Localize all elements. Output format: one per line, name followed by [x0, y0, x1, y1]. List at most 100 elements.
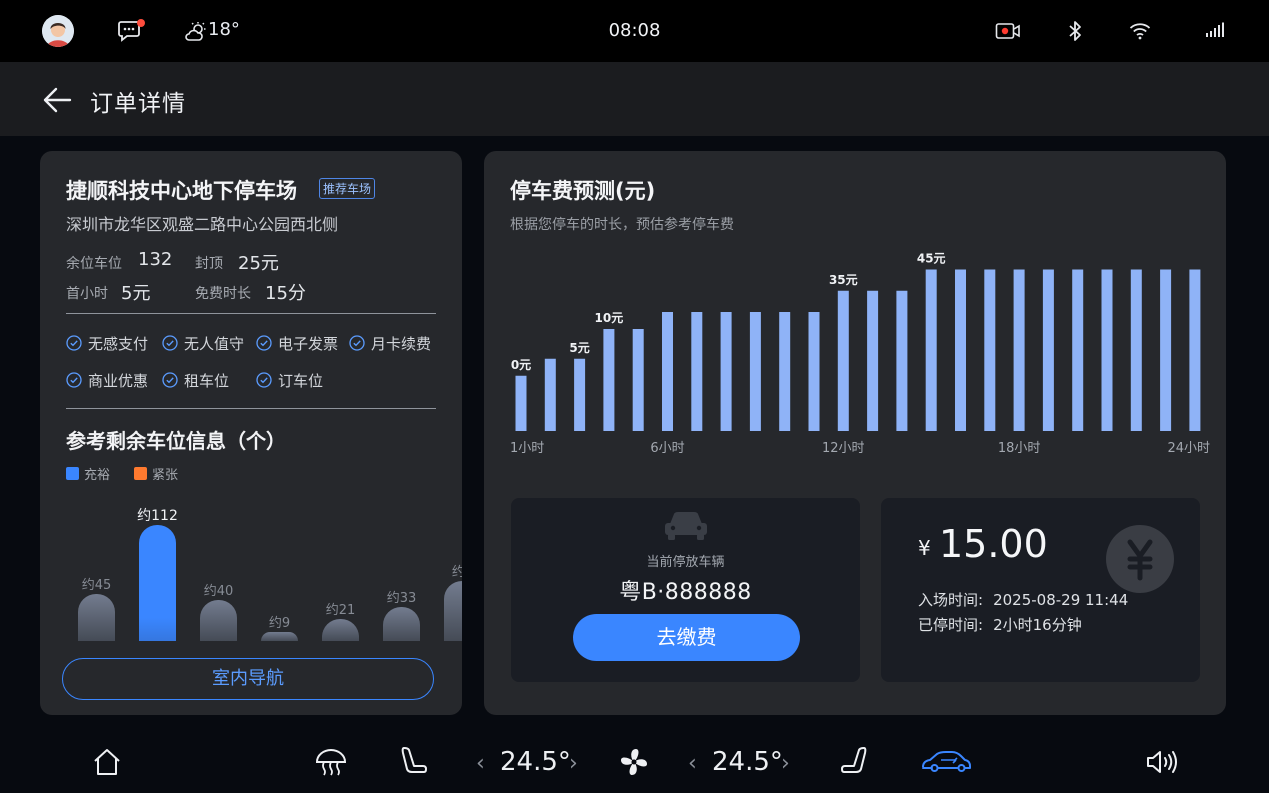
fee-x-tick-label: 18小时 [998, 441, 1041, 456]
currency-symbol: ¥ [918, 536, 931, 560]
right-temp-increase-icon[interactable]: › [781, 751, 790, 776]
fee-bar-chart: 0元 5元 10元 35元 45元 1小时 6小时 12小时 18小时 24小时 [510, 252, 1210, 457]
wifi-icon[interactable] [1129, 22, 1151, 40]
fee-bar [691, 312, 703, 431]
defrost-icon[interactable] [314, 747, 348, 777]
legend-swatch-ample [66, 467, 79, 480]
bluetooth-icon[interactable] [1067, 20, 1083, 42]
check-circle-icon [349, 335, 365, 351]
duration-label: 已停时间: [918, 616, 984, 634]
fee-bar [662, 312, 673, 431]
feature-label: 月卡续费 [371, 334, 432, 353]
yuan-coin-icon [1105, 524, 1175, 594]
fee-bar [779, 312, 791, 431]
duration-line: 已停时间: 2小时16分钟 [918, 614, 1092, 635]
fee-data-label: 45元 [917, 252, 946, 266]
availability-bar-label: 约45 [81, 578, 112, 594]
fee-bar [984, 269, 996, 431]
fee-bar [837, 290, 849, 431]
feature-item: 电子发票 [256, 333, 338, 353]
indoor-navigation-button[interactable]: 室内导航 [62, 658, 434, 700]
stat-label-free-time: 免费时长 [195, 286, 251, 302]
payment-amount: 15.00 [939, 522, 1048, 566]
availability-bar [261, 631, 298, 641]
fee-bar [720, 312, 732, 431]
availability-bar [444, 580, 462, 641]
stat-label-spaces: 余位车位 [66, 256, 122, 272]
fee-bar [749, 312, 761, 431]
divider [66, 313, 436, 314]
fee-data-label: 35元 [829, 273, 858, 287]
fee-data-label: 10元 [595, 311, 624, 325]
availability-title: 参考剩余车位信息（个） [66, 429, 286, 453]
feature-item: 商业优惠 [66, 370, 148, 390]
fee-x-tick-label: 24小时 [1167, 441, 1210, 456]
back-arrow-icon[interactable] [42, 86, 72, 114]
page-title: 订单详情 [90, 91, 186, 117]
fee-bar [808, 312, 820, 431]
fee-subtitle: 根据您停车的时长，预估参考停车费 [510, 217, 734, 233]
seat-heat-icon[interactable] [840, 745, 870, 777]
check-circle-icon [162, 335, 178, 351]
availability-bar-label: 约3 [451, 564, 462, 580]
right-temp-decrease-icon[interactable]: ‹ [688, 751, 697, 776]
feature-label: 商业优惠 [88, 371, 149, 390]
fee-bar [925, 269, 937, 431]
vehicle-card: 当前停放车辆 粤B·888888 去缴费 [511, 498, 860, 682]
fee-bar [955, 269, 966, 431]
payment-summary-card: ¥ 15.00 入场时间: 2025-08-29 11:44 已停时间: 2小时16… [881, 498, 1200, 682]
duration-value: 2小时16分钟 [993, 616, 1082, 634]
page-header: 订单详情 [0, 62, 1269, 136]
legend-swatch-tight [134, 467, 147, 480]
availability-bar [383, 606, 420, 641]
stat-value-cap: 25元 [238, 253, 279, 274]
vehicle-label: 当前停放车辆 [646, 555, 725, 570]
recommended-tag: 推荐车场 [319, 178, 376, 199]
stat-label-cap: 封顶 [195, 256, 223, 272]
fee-bar [515, 375, 527, 431]
check-circle-icon [162, 372, 178, 388]
signal-icon [1205, 22, 1225, 38]
entry-time-value: 2025-08-29 11:44 [993, 591, 1129, 609]
legend-label: 充裕 [84, 468, 111, 483]
seat-icon[interactable] [398, 745, 428, 777]
pay-button[interactable]: 去缴费 [573, 614, 800, 661]
home-icon[interactable] [92, 747, 122, 777]
divider [66, 408, 436, 409]
stat-value-first-hour: 5元 [121, 283, 151, 304]
feature-label: 电子发票 [278, 334, 339, 353]
parking-lot-card: 捷顺科技中心地下停车场 推荐车场 深圳市龙华区观盛二路中心公园西北侧 余位车位 … [40, 151, 462, 715]
left-temperature: 24.5° [500, 747, 571, 777]
feature-item: 月卡续费 [349, 333, 431, 353]
fee-title: 停车费预测(元) [510, 179, 656, 203]
fee-bar [1013, 269, 1025, 431]
feature-label: 无感支付 [88, 334, 149, 353]
lot-name: 捷顺科技中心地下停车场 [66, 179, 297, 203]
fee-bar [1189, 269, 1201, 431]
left-temp-increase-icon[interactable]: › [569, 751, 578, 776]
availability-bar-label: 约9 [268, 615, 291, 631]
left-temp-decrease-icon[interactable]: ‹ [476, 751, 485, 776]
check-circle-icon [256, 335, 272, 351]
car-icon [661, 508, 711, 542]
feature-item: 租车位 [162, 370, 229, 390]
availability-bar-label: 约112 [137, 508, 178, 524]
fee-bar [1072, 269, 1084, 431]
legend-item-tight: 紧张 [134, 464, 178, 483]
fee-bar [1160, 269, 1172, 431]
feature-item: 无感支付 [66, 333, 148, 353]
feature-label: 无人值守 [184, 334, 245, 353]
fee-bar [574, 358, 586, 431]
availability-bar-label: 约33 [386, 590, 417, 606]
fee-bar [632, 329, 644, 431]
stat-value-spaces: 132 [138, 249, 173, 270]
dashcam-icon[interactable] [995, 22, 1021, 40]
volume-icon[interactable] [1145, 749, 1179, 775]
bottom-dock: ‹ 24.5° › ‹ 24.5° › [0, 733, 1269, 793]
fan-icon[interactable] [618, 746, 650, 778]
feature-item: 订车位 [256, 370, 323, 390]
fee-bar [1101, 269, 1113, 431]
car-icon[interactable] [920, 750, 972, 774]
fee-x-tick-label: 6小时 [650, 441, 684, 456]
fee-bar [867, 290, 879, 431]
